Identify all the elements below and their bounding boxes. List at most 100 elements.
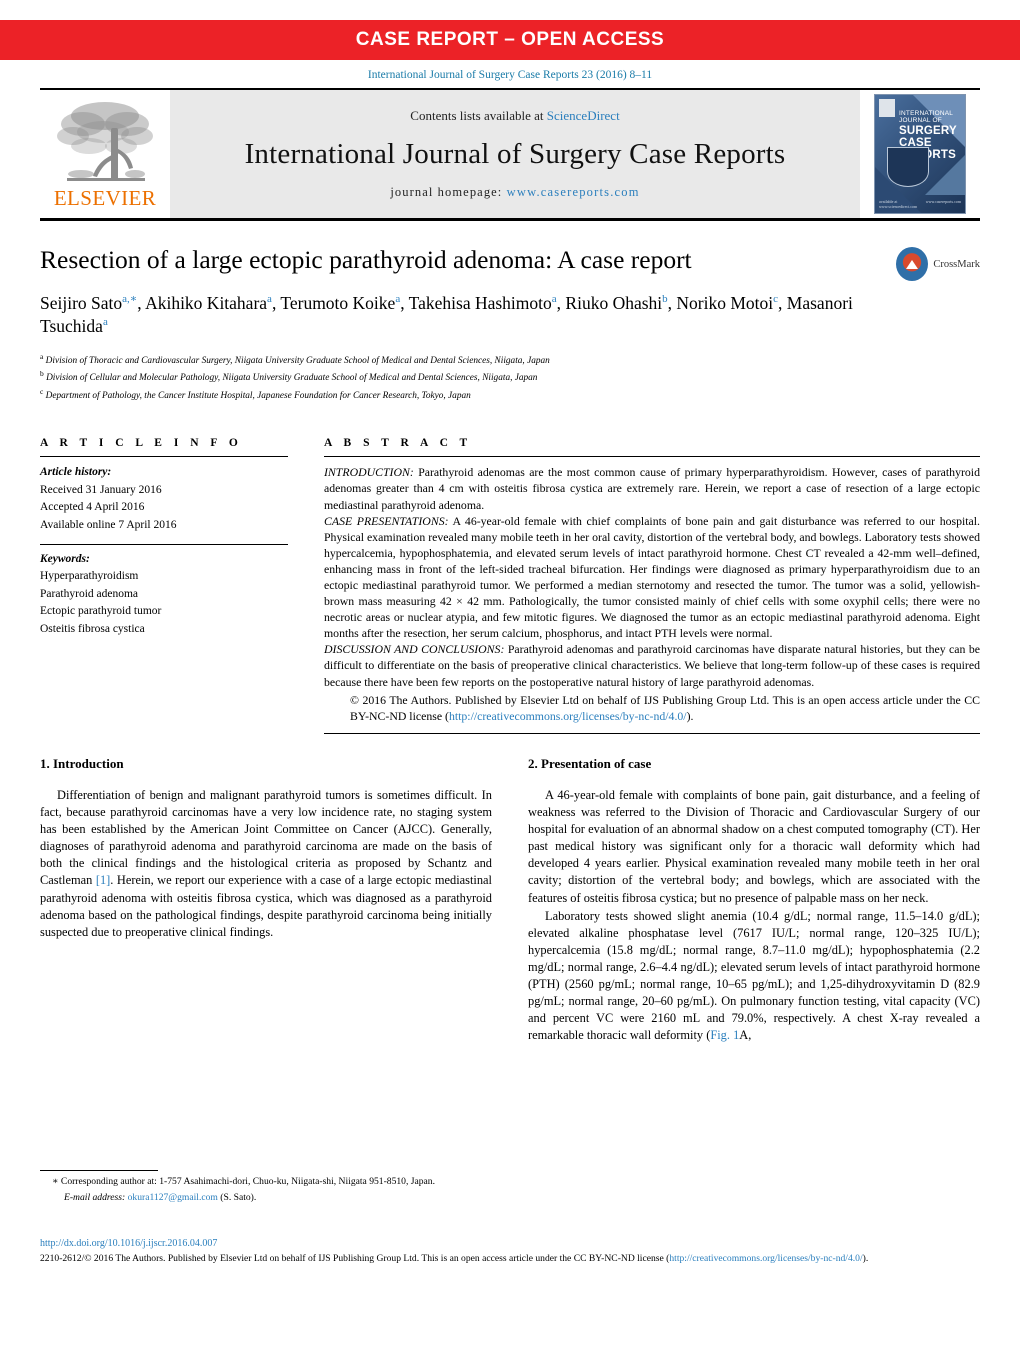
affiliation-item: a Division of Thoracic and Cardiovascula… bbox=[40, 351, 980, 369]
abstract-introduction-text: Parathyroid adenomas are the most common… bbox=[324, 465, 980, 512]
case-paragraph-1: A 46-year-old female with complaints of … bbox=[528, 787, 980, 905]
journal-homepage-line: journal homepage: www.casereports.com bbox=[390, 185, 639, 200]
author-name: Riuko Ohashi bbox=[565, 292, 663, 313]
affiliation-item: b Division of Cellular and Molecular Pat… bbox=[40, 368, 980, 386]
sciencedirect-link[interactable]: ScienceDirect bbox=[547, 108, 620, 123]
article-info-column: A R T I C L E I N F O Article history: R… bbox=[40, 437, 288, 734]
left-column: 1. Introduction Differentiation of benig… bbox=[40, 756, 492, 1046]
author-list: Seijiro Satoa,∗, Akihiko Kitaharaa, Teru… bbox=[40, 292, 853, 337]
abstract-copyright: © 2016 The Authors. Published by Elsevie… bbox=[324, 692, 980, 724]
footer-license-link[interactable]: http://creativecommons.org/licenses/by-n… bbox=[669, 1253, 862, 1264]
keyword-item: Parathyroid adenoma bbox=[40, 587, 139, 600]
contents-prefix: Contents lists available at bbox=[410, 108, 547, 123]
banner-label: CASE REPORT – OPEN ACCESS bbox=[355, 29, 665, 50]
page-title: Resection of a large ectopic parathyroid… bbox=[40, 245, 692, 274]
author-name: Takehisa Hashimoto bbox=[408, 292, 552, 313]
info-abstract-section: A R T I C L E I N F O Article history: R… bbox=[40, 437, 980, 734]
footnote-divider bbox=[40, 1170, 158, 1171]
citation-reference-1[interactable]: [1] bbox=[96, 873, 110, 887]
right-column: 2. Presentation of case A 46-year-old fe… bbox=[528, 756, 980, 1046]
cover-line-2: JOURNAL OF bbox=[899, 116, 942, 124]
journal-citation: International Journal of Surgery Case Re… bbox=[367, 69, 653, 81]
email-line: E-mail address: okura1127@gmail.com (S. … bbox=[40, 1191, 480, 1205]
author-name: Akihiko Kitahara bbox=[145, 292, 268, 313]
contents-available-line: Contents lists available at ScienceDirec… bbox=[410, 108, 619, 124]
author-item[interactable]: Terumoto Koikea bbox=[280, 293, 400, 313]
author-item[interactable]: Seijiro Satoa,∗ bbox=[40, 293, 137, 313]
case-text-b: A, bbox=[739, 1028, 752, 1043]
crossmark-badge[interactable]: CrossMark bbox=[896, 247, 980, 281]
page-footer: http://dx.doi.org/10.1016/j.ijscr.2016.0… bbox=[40, 1238, 980, 1266]
article-history-item: Received 31 January 2016 bbox=[40, 483, 162, 496]
affiliation-marker: b bbox=[40, 369, 44, 379]
divider bbox=[324, 456, 980, 458]
author-item[interactable]: Riuko Ohashib bbox=[565, 293, 667, 313]
introduction-paragraph: Differentiation of benign and malignant … bbox=[40, 787, 492, 941]
author-affil-marker: a bbox=[267, 292, 272, 305]
keywords-label: Keywords: bbox=[40, 553, 90, 565]
journal-title: International Journal of Surgery Case Re… bbox=[244, 138, 786, 170]
cover-line-3: SURGERY bbox=[899, 124, 957, 137]
author-item[interactable]: Akihiko Kitaharaa bbox=[145, 293, 272, 313]
divider bbox=[40, 456, 288, 458]
homepage-url-link[interactable]: www.casereports.com bbox=[507, 185, 640, 199]
section-heading-introduction: 1. Introduction bbox=[40, 755, 124, 771]
keyword-item: Hyperparathyroidism bbox=[40, 570, 139, 583]
abstract-introduction-label: INTRODUCTION: bbox=[324, 465, 414, 480]
affiliation-text: Division of Cellular and Molecular Patho… bbox=[46, 373, 538, 384]
affiliation-text: Division of Thoracic and Cardiovascular … bbox=[45, 355, 550, 366]
author-affil-marker: a bbox=[551, 292, 557, 305]
corresponding-author-line: ∗ Corresponding author at: 1-757 Asahima… bbox=[52, 1176, 436, 1187]
cover-badge-icon bbox=[879, 99, 895, 117]
article-header: CrossMark Resection of a large ectopic p… bbox=[40, 245, 980, 403]
author-affil-marker: c bbox=[773, 292, 779, 305]
keyword-item: Osteitis fibrosa cystica bbox=[40, 622, 145, 635]
footer-copyright-tail: ). bbox=[862, 1253, 869, 1264]
abstract-discussion: DISCUSSION AND CONCLUSIONS: Parathyroid … bbox=[324, 641, 980, 689]
case-text-a: Laboratory tests showed slight anemia (1… bbox=[528, 908, 980, 1043]
cover-shield-icon bbox=[887, 147, 929, 187]
abstract-column: A B S T R A C T INTRODUCTION: Parathyroi… bbox=[324, 437, 980, 734]
author-name: Terumoto Koike bbox=[280, 292, 396, 313]
abstract-discussion-label: DISCUSSION AND CONCLUSIONS: bbox=[324, 642, 505, 657]
author-affil-marker: a,∗ bbox=[122, 292, 138, 305]
keyword-item: Ectopic parathyroid tumor bbox=[40, 605, 162, 618]
doi-link[interactable]: http://dx.doi.org/10.1016/j.ijscr.2016.0… bbox=[40, 1238, 980, 1249]
author-item[interactable]: Noriko Motoic bbox=[676, 293, 778, 313]
cover-footer: available at www.sciencedirect.com www.c… bbox=[879, 199, 961, 210]
affiliation-marker: a bbox=[40, 351, 44, 361]
affiliation-text: Department of Pathology, the Cancer Inst… bbox=[45, 390, 471, 401]
masthead-center: Contents lists available at ScienceDirec… bbox=[170, 90, 860, 218]
open-access-banner: CASE REPORT – OPEN ACCESS bbox=[0, 20, 1020, 60]
cover-foot-left: available at www.sciencedirect.com bbox=[879, 199, 918, 209]
article-history-item: Accepted 4 April 2016 bbox=[40, 501, 145, 514]
affiliation-list: a Division of Thoracic and Cardiovascula… bbox=[40, 351, 980, 404]
abstract-case-label: CASE PRESENTATIONS: bbox=[324, 513, 449, 528]
affiliation-item: c Department of Pathology, the Cancer In… bbox=[40, 386, 980, 404]
crossmark-label: CrossMark bbox=[933, 258, 980, 270]
abstract-case-text: A 46-year-old female with chief complain… bbox=[324, 513, 980, 641]
figure-reference-1[interactable]: Fig. 1 bbox=[710, 1028, 739, 1042]
author-name: Noriko Motoi bbox=[676, 292, 774, 313]
elsevier-wordmark: ELSEVIER bbox=[53, 186, 157, 210]
elsevier-logo: ELSEVIER bbox=[40, 90, 170, 218]
journal-masthead: ELSEVIER Contents lists available at Sci… bbox=[40, 88, 980, 221]
article-history-label: Article history: bbox=[40, 466, 112, 479]
divider bbox=[40, 544, 288, 545]
author-item[interactable]: Takehisa Hashimotoa bbox=[409, 293, 557, 313]
journal-cover-image: INTERNATIONAL JOURNAL OF SURGERY CASE RE… bbox=[874, 94, 966, 214]
email-link[interactable]: okura1127@gmail.com bbox=[128, 1192, 218, 1203]
footer-copyright: 2210-2612/© 2016 The Authors. Published … bbox=[40, 1252, 980, 1266]
article-history-item: Available online 7 April 2016 bbox=[40, 518, 177, 531]
cover-triangle-3 bbox=[925, 155, 965, 195]
homepage-prefix: journal homepage: bbox=[390, 185, 507, 199]
abstract-heading: A B S T R A C T bbox=[324, 437, 472, 450]
cc-license-link[interactable]: http://creativecommons.org/licenses/by-n… bbox=[449, 709, 687, 723]
email-owner: (S. Sato). bbox=[220, 1191, 257, 1203]
elsevier-tree-icon bbox=[57, 102, 153, 181]
author-name: Seijiro Sato bbox=[40, 292, 123, 313]
abstract-introduction: INTRODUCTION: Parathyroid adenomas are t… bbox=[324, 464, 980, 512]
case-paragraph-2: Laboratory tests showed slight anemia (1… bbox=[528, 908, 980, 1045]
divider bbox=[324, 732, 980, 734]
crossmark-icon bbox=[896, 247, 929, 281]
